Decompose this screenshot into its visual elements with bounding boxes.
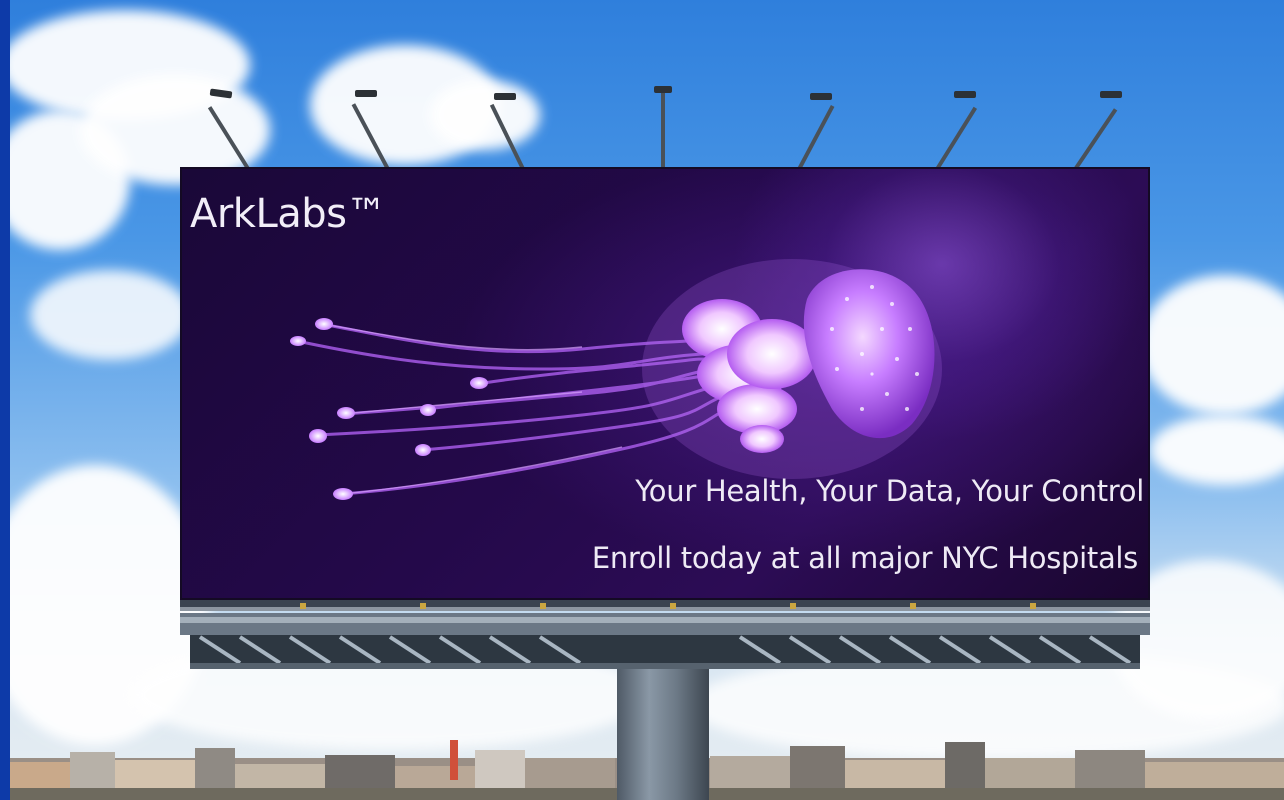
enroll-call-to-action: Enroll today at all major NYC Hospitals (591, 541, 1138, 575)
cloud (1150, 415, 1284, 485)
cloud (1140, 275, 1284, 415)
billboard-ad: ArkLabs™ Your Health, Your Data, Your Co… (182, 169, 1148, 598)
billboard-scene: ArkLabs™ Your Health, Your Data, Your Co… (10, 0, 1284, 800)
brand-name: ArkLabs™ (190, 191, 387, 237)
tagline: Your Health, Your Data, Your Control (635, 474, 1144, 508)
cloud (430, 80, 540, 150)
billboard-truss (180, 597, 1150, 669)
cloud (30, 270, 190, 360)
